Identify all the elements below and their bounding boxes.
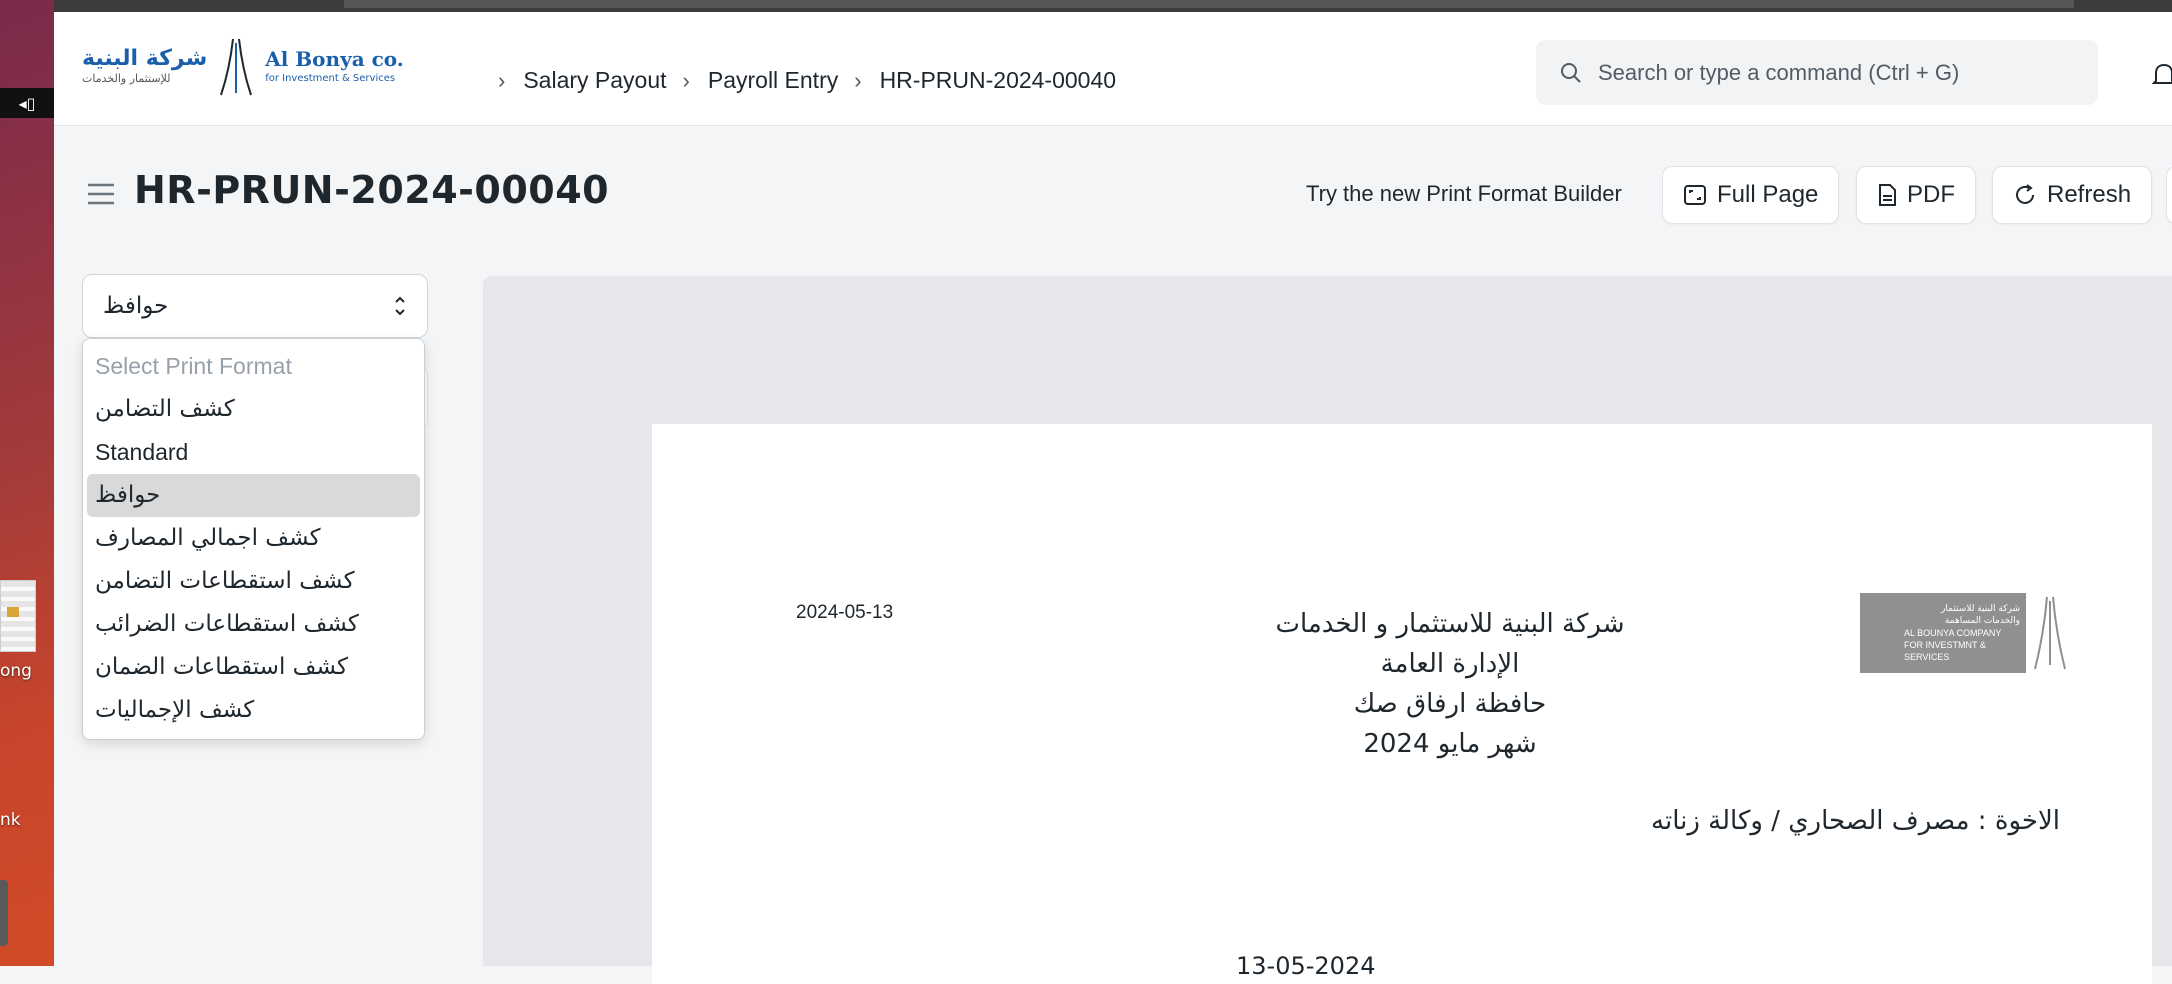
breadcrumb-item[interactable]: Salary Payout [523, 67, 666, 94]
chevron-up-down-icon [395, 296, 405, 316]
pdf-label: PDF [1907, 181, 1955, 208]
logo-mark-icon [220, 38, 253, 96]
logo-english: Al Bonya co. for Investment & Services [265, 47, 404, 87]
logo-arabic-name: شركة البنية [82, 46, 208, 71]
refresh-button[interactable]: Refresh [1992, 166, 2153, 224]
pdf-button[interactable]: PDF [1856, 166, 1976, 224]
refresh-label: Refresh [2047, 181, 2132, 208]
document-logo-box: شركة البنية للاستثمار والخدمات المساهمة … [1860, 593, 2026, 673]
breadcrumb: › Salary Payout › Payroll Entry › HR-PRU… [482, 67, 1116, 94]
logo-english-tagline: for Investment & Services [265, 73, 396, 84]
dropdown-option-selected[interactable]: حوافظ [87, 474, 420, 517]
dropdown-option[interactable]: Standard [87, 431, 420, 474]
chevron-right-icon: › [682, 67, 690, 93]
print-format-builder-link[interactable]: Try the new Print Format Builder [1306, 181, 1622, 207]
search-input[interactable]: Search or type a command (Ctrl + G) [1536, 40, 2098, 105]
print-format-dropdown: Select Print Format كشف التضامن Standard… [82, 338, 425, 740]
refresh-icon [2016, 184, 2034, 204]
document-cut-line: 13-05-2024 [1236, 952, 1376, 980]
document-title: حافظة ارفاق صك [1353, 689, 1547, 719]
dropdown-option[interactable]: كشف الإجماليات [87, 689, 420, 732]
desktop-file-icon[interactable] [0, 580, 36, 652]
chevron-right-icon: › [498, 67, 506, 93]
hamburger-icon[interactable] [86, 182, 116, 206]
document-addressee: الاخوة : مصرف الصحاري / وكالة زناته [1651, 806, 2060, 836]
more-button[interactable] [2166, 166, 2172, 224]
dropdown-option[interactable]: كشف التضامن [87, 388, 420, 431]
full-page-button[interactable]: Full Page [1662, 166, 1840, 224]
browser-top-strip [54, 0, 2172, 12]
desktop-file-label: ong [0, 661, 32, 681]
indicator-text: ◂▯ [18, 93, 36, 113]
desktop-background: ◂▯ ong nk [0, 0, 54, 966]
dropdown-option[interactable]: كشف استقطاعات الضرائب [87, 603, 420, 646]
dock-handle[interactable] [0, 880, 8, 946]
document-logo-ar-1: شركة البنية للاستثمار [1941, 604, 2020, 614]
bell-icon[interactable] [2152, 62, 2172, 88]
dropdown-option[interactable]: كشف استقطاعات التضامن [87, 560, 420, 603]
navbar: شركة البنية للإستثمار والخدمات Al Bonya … [54, 12, 2172, 126]
dropdown-option[interactable]: كشف اجمالي المصارف [87, 517, 420, 560]
page-title: HR-PRUN-2024-00040 [134, 168, 610, 212]
desktop-file-label: nk [0, 810, 21, 830]
search-placeholder: Search or type a command (Ctrl + G) [1598, 59, 1960, 85]
document-logo-en-2: FOR INVESTMNT & SERVICES [1904, 640, 1986, 662]
document-company: شركة البنية للاستثمار و الخدمات [1275, 609, 1625, 639]
logo-arabic-tagline: للإستثمار والخدمات [82, 72, 171, 85]
document-department: الإدارة العامة [1380, 649, 1520, 679]
logo-arabic: شركة البنية للإستثمار والخدمات [82, 47, 207, 87]
document-logo-ar-2: والخدمات المساهمة [1944, 616, 2020, 626]
breadcrumb-item[interactable]: HR-PRUN-2024-00040 [880, 67, 1117, 94]
document-logo: شركة البنية للاستثمار والخدمات المساهمة … [1860, 592, 2072, 674]
breadcrumb-item[interactable]: Payroll Entry [708, 67, 838, 94]
dropdown-option[interactable]: كشف استقطاعات الضمان [87, 646, 420, 689]
document-icon [1879, 184, 1896, 206]
dropdown-option-placeholder: Select Print Format [95, 353, 292, 379]
document-date: 2024-05-13 [796, 602, 894, 623]
document-logo-en-1: AL BOUNYA COMPANY [1904, 628, 2002, 638]
print-format-selected: حوافظ [103, 293, 169, 319]
document-logo-mark-icon [2034, 596, 2066, 670]
full-page-icon [1684, 185, 1706, 205]
company-logo[interactable]: شركة البنية للإستثمار والخدمات Al Bonya … [82, 36, 404, 98]
logo-english-name: Al Bonya co. [265, 47, 404, 71]
system-indicator[interactable]: ◂▯ [0, 88, 54, 118]
document-month: شهر مايو 2024 [1363, 729, 1537, 759]
print-format-select[interactable]: حوافظ [82, 274, 428, 338]
document-header: شركة البنية للاستثمار و الخدمات الإدارة … [1160, 604, 1740, 764]
chevron-right-icon: › [854, 67, 862, 93]
full-page-label: Full Page [1717, 181, 1819, 208]
search-icon [1561, 62, 1581, 83]
